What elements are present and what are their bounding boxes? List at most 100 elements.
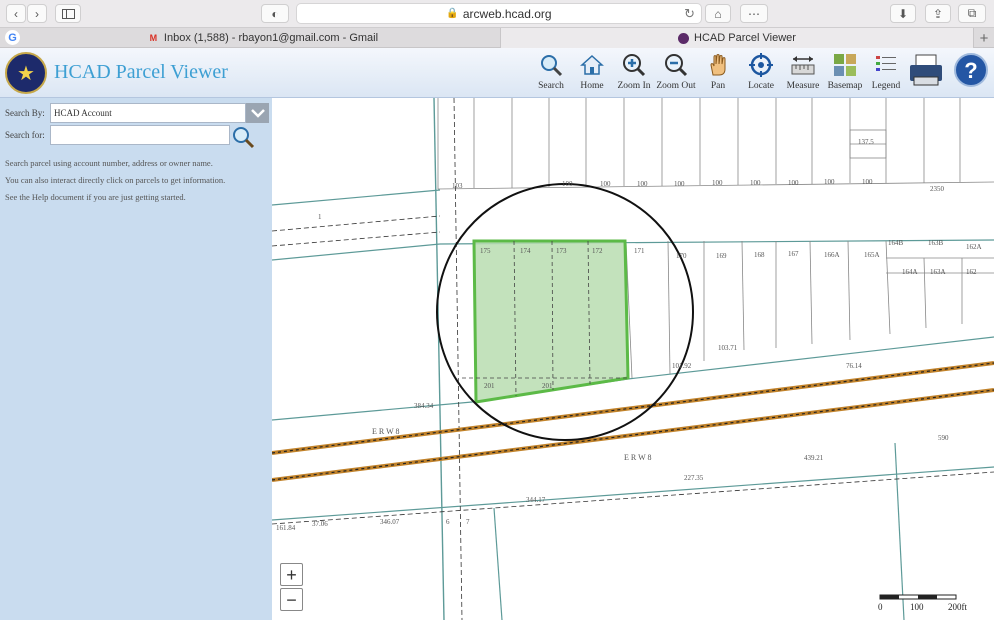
scale-bar-graphic [879,594,957,600]
dim-label: 103.71 [718,344,738,352]
lot-label: 169 [716,252,727,260]
new-tab-button[interactable]: + [974,28,994,48]
parcel-map[interactable]: 103 100 100 100 100 100 100 100 100 100 … [272,98,994,620]
zoom-out-icon [664,53,688,77]
map-zoom-out-button[interactable]: − [280,588,303,611]
scale-bar: 0 100 200ft [878,594,988,614]
sidebar-toggle-icon[interactable] [55,4,81,23]
dim-label: 346.07 [380,518,400,526]
locate-tool-label: Locate [748,81,774,91]
magnifier-icon [539,53,563,77]
share-icon[interactable]: ⇪ [925,4,951,23]
print-tool[interactable] [906,52,946,94]
lot-label: 103 [452,182,463,190]
grid-icon[interactable]: ⋯ [740,4,768,23]
search-tool[interactable]: Search [529,53,573,95]
lot-label: 175 [480,247,491,255]
lot-label: 100 [788,179,799,187]
hcad-favicon-icon [678,32,690,44]
pan-tool-label: Pan [710,81,726,91]
ruler-icon [791,53,815,77]
url-text: arcweb.hcad.org [462,6,552,21]
lot-label: 100 [750,179,761,187]
lot-label: 100 [637,180,648,188]
zoom-in-icon [622,53,646,77]
help-text-1: Search parcel using account number, addr… [5,158,213,168]
dim-label: 1 [318,213,322,221]
legend-icon [874,53,898,77]
lot-label: 100 [824,178,835,186]
dim-label: 344.17 [526,496,546,504]
measure-tool-label: Measure [786,81,820,91]
address-bar[interactable]: 🔒 arcweb.hcad.org ↻ [296,3,702,24]
search-by-label: Search By: [5,108,45,118]
home-icon[interactable]: ⌂ [705,4,731,23]
dim-label: 101.92 [672,362,692,370]
search-for-label: Search for: [5,130,45,140]
tabs-overview-icon[interactable]: ⧉ [958,4,986,23]
dim-label: 37.06 [312,520,328,528]
zoom-in-label: Zoom In [617,81,651,91]
back-button[interactable]: ‹ [6,4,26,23]
lock-icon: 🔒 [446,8,459,19]
tab-hcad[interactable]: HCAD Parcel Viewer [501,28,974,48]
chevron-down-icon[interactable] [246,103,269,123]
scale-label-100: 100 [910,602,924,612]
search-button[interactable] [231,125,255,149]
dim-label: 201 [484,382,495,390]
browser-toolbar: ‹ › ◐ 🔒 arcweb.hcad.org ↻ ⌂ ⋯ ⬇ ⇪ ⧉ [0,0,994,27]
dim-label: 227.35 [684,474,704,482]
measure-tool[interactable]: Measure [781,53,825,95]
house-icon [580,53,604,77]
dim-label: 76.14 [846,362,862,370]
lot-label: 164B [888,239,904,247]
lot-label: 174 [520,247,531,255]
search-icon [233,127,255,149]
locate-tool[interactable]: Locate [739,53,783,95]
zoom-out-tool[interactable]: Zoom Out [654,53,698,95]
search-tool-label: Search [538,81,564,91]
dim-label: 439.21 [804,454,824,462]
lot-label: 163B [928,239,944,247]
zoom-in-tool[interactable]: Zoom In [612,53,656,95]
dim-label: 7 [466,518,470,526]
map-zoom-in-button[interactable]: + [280,563,303,586]
lot-label: 165A [864,251,880,259]
lot-label: 164A [902,268,918,276]
lot-label: 100 [674,180,685,188]
hand-icon [706,53,730,77]
scale-label-200: 200ft [948,602,967,612]
google-icon[interactable]: G [5,30,20,45]
lot-label: 162 [966,268,977,276]
privacy-shield-icon[interactable]: ◐ [261,4,289,23]
search-by-select[interactable]: HCAD Account [50,103,246,123]
forward-button[interactable]: › [27,4,47,23]
home-tool[interactable]: Home [570,53,614,95]
street-label: E R W 8 [372,427,399,436]
dim-label: 384.34 [414,402,434,410]
tab-strip: G M Inbox (1,588) - rbayon1@gmail.com - … [0,27,994,48]
app-header: ★ HCAD Parcel Viewer Search Home Zoom In… [0,48,994,98]
map-canvas[interactable]: 103 100 100 100 100 100 100 100 100 100 … [272,98,994,620]
reload-icon[interactable]: ↻ [684,6,695,22]
lot-label: 170 [676,252,687,260]
search-input[interactable] [50,125,230,145]
lot-label: 100 [862,178,873,186]
gmail-icon: M [149,33,158,43]
legend-tool[interactable]: Legend [864,53,908,95]
download-icon[interactable]: ⬇ [890,4,916,23]
tab-gmail[interactable]: M Inbox (1,588) - rbayon1@gmail.com - Gm… [26,28,501,48]
help-tool[interactable]: ? [951,52,991,94]
basemap-tool[interactable]: Basemap [823,53,867,95]
home-tool-label: Home [580,81,604,91]
pan-tool[interactable]: Pan [696,53,740,95]
tab-label: Inbox (1,588) - rbayon1@gmail.com - Gmai… [163,32,379,44]
zoom-out-label: Zoom Out [656,81,696,91]
lot-labels: 103 100 100 100 100 100 100 100 100 100 … [276,138,982,532]
help-text-2: You can also interact directly click on … [5,175,226,185]
help-text-3: See the Help document if you are just ge… [5,192,186,202]
lot-label: 171 [634,247,645,255]
lot-label: 162A [966,243,982,251]
dim-label: 137.5 [858,138,874,146]
legend-tool-label: Legend [871,81,901,91]
